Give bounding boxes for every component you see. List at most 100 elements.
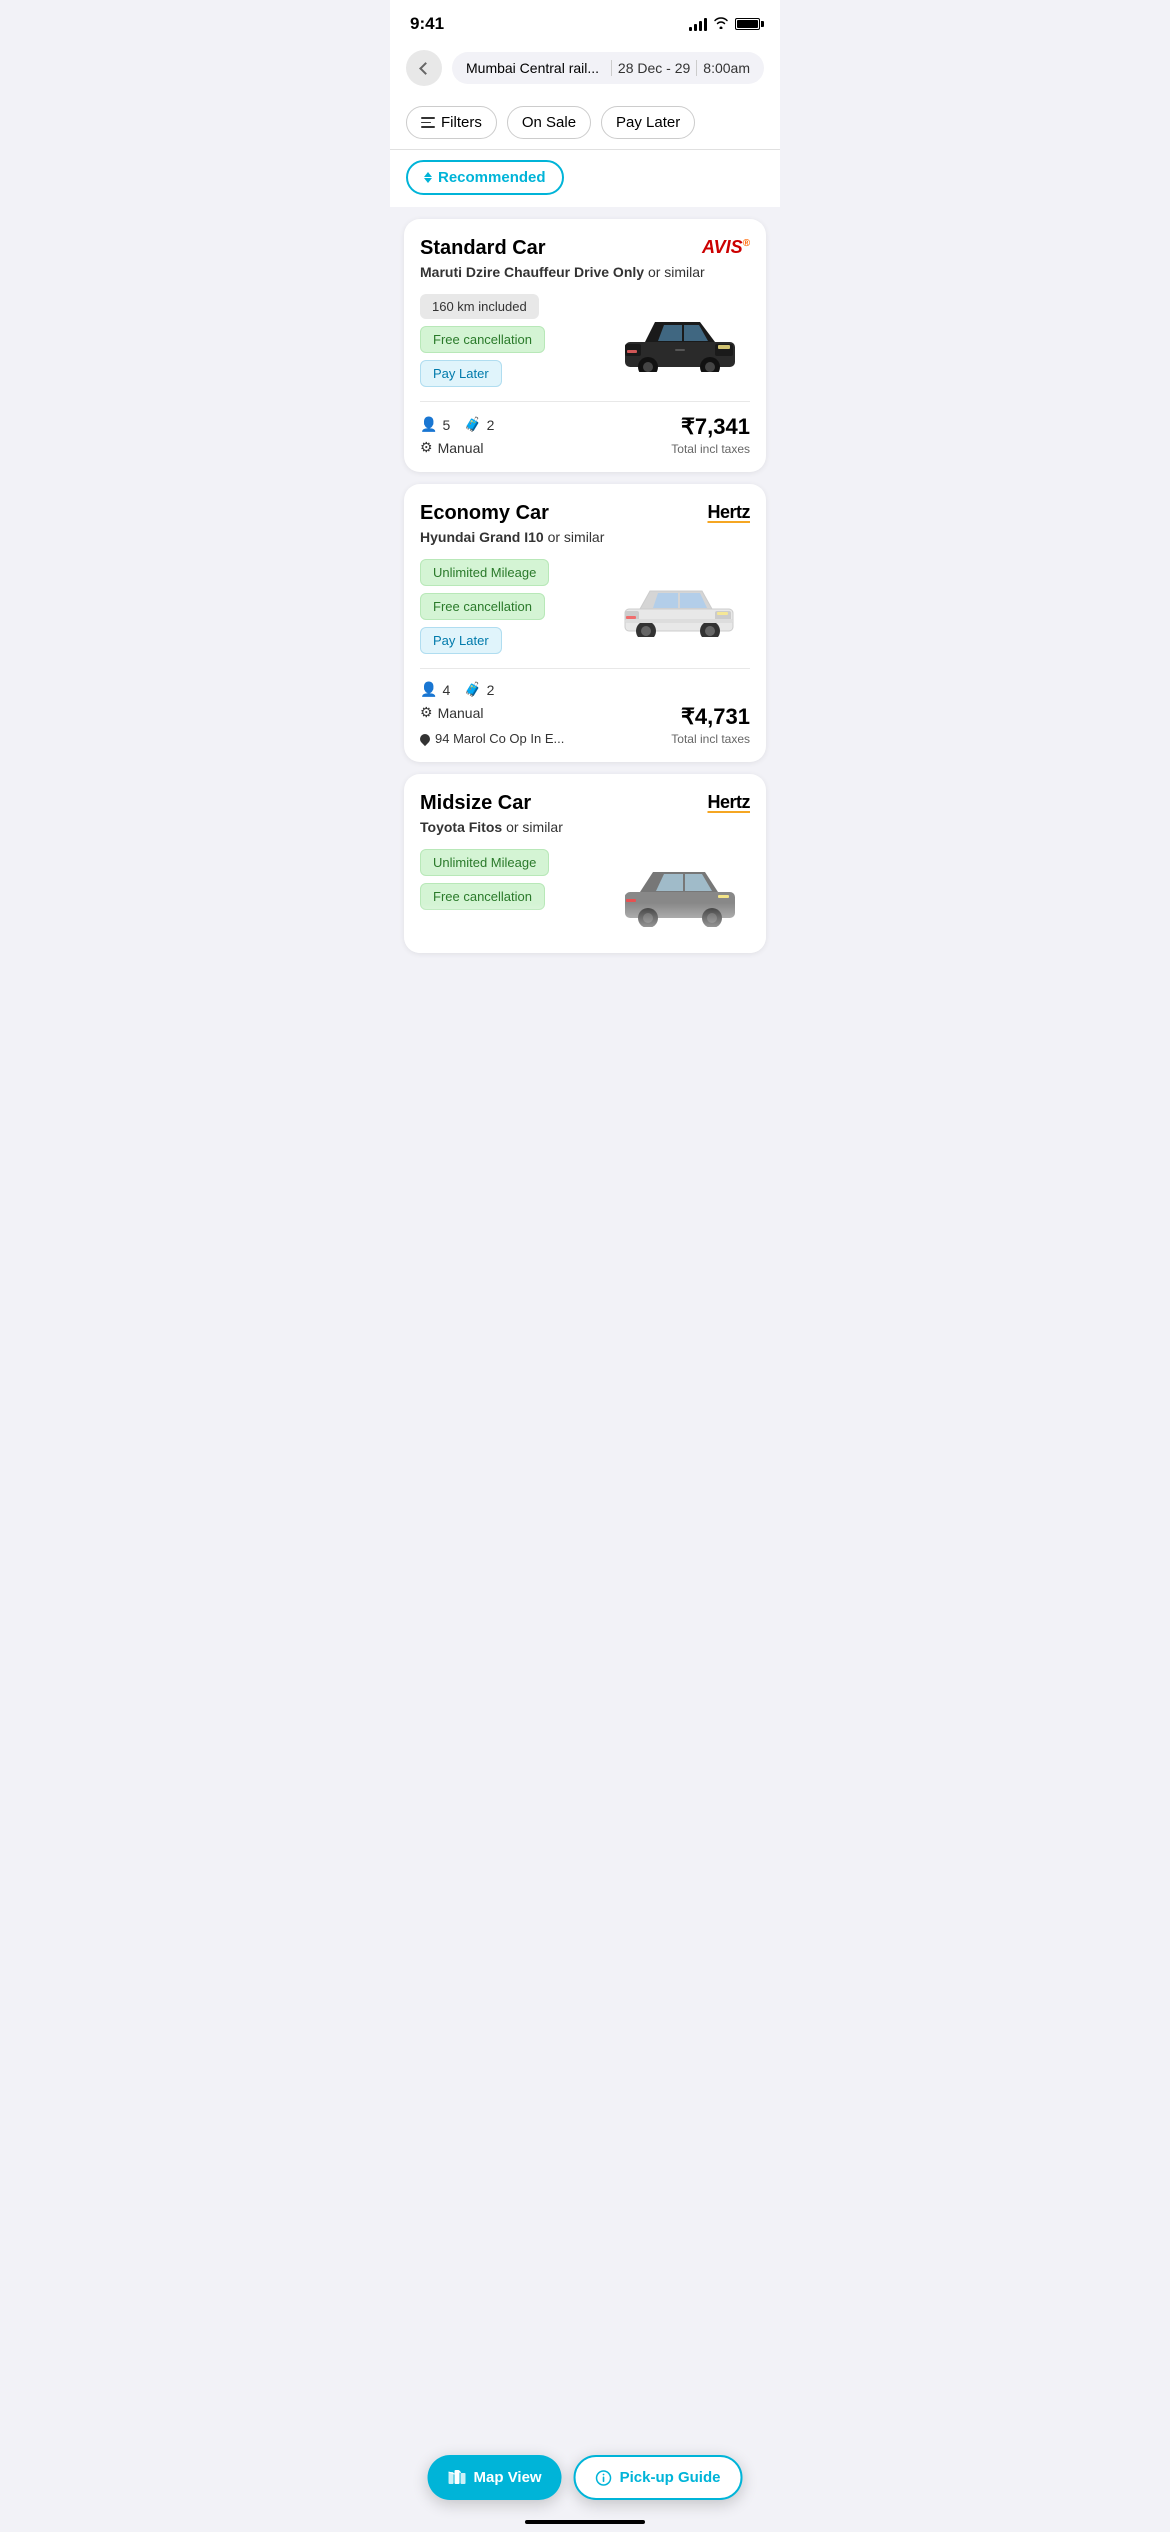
car-specs: 👤 5 🧳 2 ⚙ Manual <box>420 416 494 456</box>
tag-mileage-economy: Unlimited Mileage <box>420 559 549 586</box>
home-indicator <box>525 2520 645 2524</box>
search-dates: 28 Dec - 29 <box>618 60 690 76</box>
car-model: Maruti Dzire Chauffeur Drive Only or sim… <box>420 264 750 280</box>
on-sale-label: On Sale <box>522 114 576 131</box>
status-icons <box>689 16 760 32</box>
recommended-label: Recommended <box>438 169 546 186</box>
person-icon: 👤 <box>420 416 437 433</box>
car-card-midsize[interactable]: Midsize Car Hertz Toyota Fitos or simila… <box>404 774 766 953</box>
transmission-icon-economy: ⚙ <box>420 704 433 721</box>
brand-logo-hertz: Hertz <box>707 502 750 523</box>
luggage-count-economy: 🧳 2 <box>464 681 494 698</box>
location-text: 94 Marol Co Op In E... <box>435 731 564 746</box>
person-icon-economy: 👤 <box>420 681 437 698</box>
car-list: Standard Car AVIS® Maruti Dzire Chauffeu… <box>390 207 780 965</box>
car-model-midsize: Toyota Fitos or similar <box>420 819 750 835</box>
card-footer-economy: 👤 4 🧳 2 ⚙ Manual 94 Marol <box>420 681 750 746</box>
price-amount-economy: ₹4,731 <box>671 704 750 730</box>
status-bar: 9:41 <box>390 0 780 42</box>
tag-cancellation-economy: Free cancellation <box>420 593 545 620</box>
car-specs-economy: 👤 4 🧳 2 ⚙ Manual 94 Marol <box>420 681 564 746</box>
map-view-label: Map View <box>474 2469 542 2486</box>
price-label: Total incl taxes <box>671 442 750 456</box>
car-tags: 160 km included Free cancellation Pay La… <box>420 294 610 387</box>
card-header: Standard Car AVIS® <box>420 237 750 260</box>
luggage-icon: 🧳 <box>464 416 481 433</box>
brand-logo-hertz-midsize: Hertz <box>707 792 750 813</box>
car-body: 160 km included Free cancellation Pay La… <box>420 294 750 387</box>
location-row: 94 Marol Co Op In E... <box>420 731 564 746</box>
spec-row-transmission-economy: ⚙ Manual <box>420 704 564 721</box>
car-tags-midsize: Unlimited Mileage Free cancellation <box>420 849 610 910</box>
passenger-count: 👤 5 <box>420 416 450 433</box>
car-model-economy: Hyundai Grand I10 or similar <box>420 529 750 545</box>
on-sale-button[interactable]: On Sale <box>507 106 591 139</box>
card-header-economy: Economy Car Hertz <box>420 502 750 525</box>
car-illustration-economy <box>615 562 745 637</box>
spec-row-capacity: 👤 5 🧳 2 <box>420 416 494 433</box>
card-footer: 👤 5 🧳 2 ⚙ Manual ₹7,341 To <box>420 414 750 456</box>
filters-button[interactable]: Filters <box>406 106 497 139</box>
tag-cancellation-midsize: Free cancellation <box>420 883 545 910</box>
tag-mileage-midsize: Unlimited Mileage <box>420 849 549 876</box>
pay-later-button[interactable]: Pay Later <box>601 106 695 139</box>
status-time: 9:41 <box>410 14 444 34</box>
transmission-economy: ⚙ Manual <box>420 704 483 721</box>
car-illustration-standard <box>615 297 745 372</box>
sort-arrows-icon <box>424 172 432 183</box>
car-body-economy: Unlimited Mileage Free cancellation Pay … <box>420 559 750 654</box>
tag-cancellation: Free cancellation <box>420 326 545 353</box>
luggage-icon-economy: 🧳 <box>464 681 481 698</box>
car-type-midsize: Midsize Car <box>420 792 531 815</box>
car-card-economy[interactable]: Economy Car Hertz Hyundai Grand I10 or s… <box>404 484 766 762</box>
search-pills[interactable]: Mumbai Central rail... 28 Dec - 29 8:00a… <box>452 52 764 84</box>
pay-later-label: Pay Later <box>616 114 680 131</box>
spec-row-transmission: ⚙ Manual <box>420 439 494 456</box>
bottom-bar: Map View Pick-up Guide <box>428 2455 743 2500</box>
car-price: ₹7,341 Total incl taxes <box>671 414 750 456</box>
back-button[interactable] <box>406 50 442 86</box>
brand-logo-avis: AVIS® <box>702 237 750 258</box>
car-type: Standard Car <box>420 237 546 260</box>
car-image-economy <box>610 559 750 639</box>
search-location: Mumbai Central rail... <box>466 60 605 76</box>
map-view-button[interactable]: Map View <box>428 2455 562 2500</box>
recommended-sort-button[interactable]: Recommended <box>406 160 564 195</box>
car-type-economy: Economy Car <box>420 502 549 525</box>
info-icon <box>596 2470 612 2486</box>
pickup-guide-button[interactable]: Pick-up Guide <box>574 2455 743 2500</box>
price-amount: ₹7,341 <box>671 414 750 440</box>
pickup-guide-label: Pick-up Guide <box>620 2469 721 2486</box>
location-pin-icon <box>418 731 432 745</box>
car-card-standard[interactable]: Standard Car AVIS® Maruti Dzire Chauffeu… <box>404 219 766 472</box>
sort-bar: Recommended <box>390 150 780 207</box>
tag-pay-later-economy: Pay Later <box>420 627 502 654</box>
search-divider-2 <box>696 60 697 76</box>
price-label-economy: Total incl taxes <box>671 732 750 746</box>
search-time: 8:00am <box>703 60 750 76</box>
search-bar: Mumbai Central rail... 28 Dec - 29 8:00a… <box>390 42 780 98</box>
car-image-midsize <box>610 849 750 929</box>
filter-icon <box>421 117 435 128</box>
search-divider <box>611 60 612 76</box>
card-header-midsize: Midsize Car Hertz <box>420 792 750 815</box>
tag-km: 160 km included <box>420 294 539 319</box>
luggage-count: 🧳 2 <box>464 416 494 433</box>
wifi-icon <box>713 16 729 32</box>
map-icon <box>448 2469 466 2487</box>
filter-bar: Filters On Sale Pay Later <box>390 98 780 150</box>
card-divider-economy <box>420 668 750 669</box>
car-tags-economy: Unlimited Mileage Free cancellation Pay … <box>420 559 610 654</box>
transmission-type: ⚙ Manual <box>420 439 483 456</box>
signal-icon <box>689 17 707 31</box>
filters-label: Filters <box>441 114 482 131</box>
back-chevron-icon <box>419 62 432 75</box>
battery-icon <box>735 18 760 30</box>
transmission-icon: ⚙ <box>420 439 433 456</box>
passenger-count-economy: 👤 4 <box>420 681 450 698</box>
card-divider <box>420 401 750 402</box>
car-body-midsize: Unlimited Mileage Free cancellation <box>420 849 750 929</box>
spec-row-capacity-economy: 👤 4 🧳 2 <box>420 681 564 698</box>
car-image <box>610 294 750 374</box>
car-illustration-midsize <box>615 852 745 927</box>
